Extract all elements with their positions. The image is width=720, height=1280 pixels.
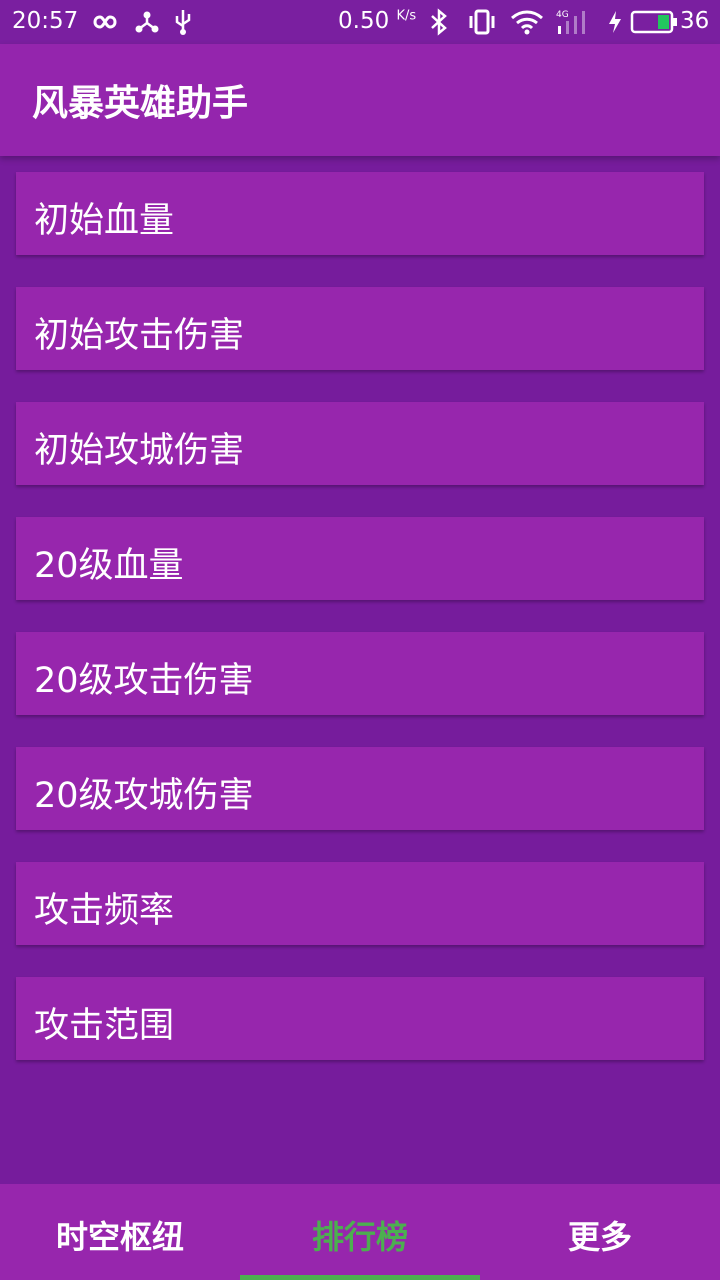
tab-label: 更多 (567, 1218, 632, 1256)
tab-nexus[interactable]: 时空枢纽 (0, 1184, 240, 1280)
list-item-attack-speed[interactable]: 攻击频率 (16, 862, 704, 945)
charging-icon (606, 8, 624, 36)
usb-icon (172, 8, 194, 36)
list-item-label: 初始血量 (34, 201, 175, 241)
list-item-initial-siege-damage[interactable]: 初始攻城伤害 (16, 402, 704, 485)
status-bar: 20:57 0.50 K/s 4G 36 (0, 0, 720, 44)
battery-icon (630, 8, 678, 36)
bluetooth-icon (428, 8, 450, 36)
list-item-label: 初始攻城伤害 (34, 431, 245, 471)
network-speed-unit: K/s (396, 8, 417, 24)
list-item-initial-hp[interactable]: 初始血量 (16, 172, 704, 255)
battery-level: 36 (680, 8, 710, 34)
list-item-level20-siege-damage[interactable]: 20级攻城伤害 (16, 747, 704, 830)
page-title: 风暴英雄助手 (32, 83, 249, 124)
network-speed: 0.50 K/s (338, 8, 416, 34)
tab-label: 排行榜 (311, 1218, 408, 1256)
list-item-label: 20级血量 (34, 546, 184, 586)
list-item-label: 攻击范围 (34, 1006, 175, 1046)
list-item-label: 20级攻击伤害 (34, 661, 254, 701)
status-time: 20:57 (12, 8, 79, 34)
list-item-initial-attack-damage[interactable]: 初始攻击伤害 (16, 287, 704, 370)
network-speed-value: 0.50 (338, 8, 390, 34)
list-item-attack-range[interactable]: 攻击范围 (16, 977, 704, 1060)
ranking-category-list: 初始血量 初始攻击伤害 初始攻城伤害 20级血量 20级攻击伤害 20级攻城伤害… (16, 172, 704, 1092)
tab-more[interactable]: 更多 (480, 1184, 720, 1280)
tab-label: 时空枢纽 (55, 1218, 184, 1256)
list-item-label: 攻击频率 (34, 891, 175, 931)
active-tab-indicator (240, 1275, 480, 1280)
bottom-navigation: 时空枢纽 排行榜 更多 (0, 1184, 720, 1280)
app-bar: 风暴英雄助手 (0, 44, 720, 156)
vibrate-icon (468, 8, 496, 36)
wifi-icon (510, 8, 544, 36)
infinity-icon (86, 8, 120, 36)
list-item-level20-attack-damage[interactable]: 20级攻击伤害 (16, 632, 704, 715)
svg-text:4G: 4G (556, 10, 569, 20)
list-item-level20-hp[interactable]: 20级血量 (16, 517, 704, 600)
signal-4g-icon: 4G (556, 8, 594, 36)
tab-leaderboard[interactable]: 排行榜 (240, 1184, 480, 1280)
share-hub-icon (134, 8, 160, 36)
list-item-label: 20级攻城伤害 (34, 776, 254, 816)
list-item-label: 初始攻击伤害 (34, 316, 245, 356)
